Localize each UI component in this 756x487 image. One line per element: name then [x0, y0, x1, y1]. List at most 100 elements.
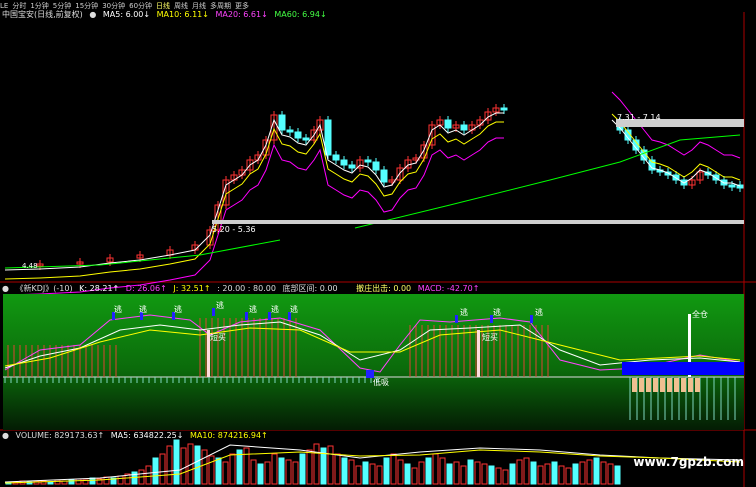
- chart-canvas[interactable]: [0, 0, 756, 487]
- candle-body: [500, 107, 508, 111]
- exit-bar: [681, 378, 686, 392]
- candle-body: [364, 159, 372, 163]
- exit-bar: [667, 378, 672, 392]
- kdj-levels: : 20.00 : 80.00: [217, 284, 276, 293]
- volume-bar: [264, 461, 271, 485]
- volume-bar: [89, 477, 96, 485]
- escape-tag: 逃: [249, 305, 257, 314]
- support-level-bar: [212, 220, 744, 224]
- volume-bar: [509, 463, 516, 485]
- volume-bar: [404, 463, 411, 485]
- volume-bar: [425, 457, 432, 485]
- volume-chart: [4, 439, 741, 485]
- volume-bar: [250, 459, 257, 485]
- volume-bar: [299, 453, 306, 485]
- ma20-line: [4, 137, 504, 296]
- volume-ma5: MA5: 634822.25↓: [110, 431, 184, 440]
- volume-bar: [152, 457, 159, 485]
- volume-bar: [313, 443, 320, 485]
- volume-bar: [194, 445, 201, 485]
- escape-marker: [455, 315, 458, 323]
- volume-bar: [243, 447, 250, 485]
- volume-bar: [180, 447, 187, 485]
- volume-bar: [292, 461, 299, 485]
- volume-bar: [159, 453, 166, 485]
- short-buy-marker: [477, 330, 480, 377]
- exit-bar: [660, 378, 665, 392]
- candle-body: [728, 184, 736, 188]
- volume-bar: [488, 465, 495, 485]
- bottom-zone-block: [622, 362, 744, 375]
- ma5-line: [4, 112, 504, 271]
- volume-bar: [551, 461, 558, 485]
- candle-body: [286, 129, 294, 133]
- watermark: www.7gpzb.com: [633, 455, 744, 469]
- kdj-macd: MACD: -42.70↑: [417, 284, 480, 293]
- exit-bar: [632, 378, 637, 392]
- volume-bar: [495, 467, 502, 485]
- candle-body: [444, 119, 452, 129]
- volume-bar: [383, 457, 390, 485]
- kdj-bottom-zone: 底部区间: 0.00: [282, 284, 338, 293]
- volume-bar: [418, 461, 425, 485]
- candle-body: [460, 124, 468, 131]
- kdj-k-value: K: 28.21↑: [79, 284, 120, 293]
- candle-body: [348, 164, 356, 169]
- volume-bar: [565, 467, 572, 485]
- volume-bar: [600, 461, 607, 485]
- kdj-d-value: D: 26.06↑: [125, 284, 167, 293]
- volume-bar: [411, 467, 418, 485]
- volume-bar: [446, 463, 453, 485]
- volume-bar: [348, 459, 355, 485]
- volume-bar: [460, 465, 467, 485]
- exit-bar: [646, 378, 651, 392]
- volume-value: VOLUME: 829173.63↑: [15, 431, 105, 440]
- legend-dot: ●: [2, 431, 9, 440]
- full-position-tag: 全仓: [692, 310, 708, 319]
- escape-tag: 逃: [271, 305, 279, 314]
- volume-bar: [593, 457, 600, 485]
- volume-bar: [173, 439, 180, 485]
- volume-bar: [229, 453, 236, 485]
- volume-bar: [530, 461, 537, 485]
- exit-bar: [695, 378, 700, 392]
- volume-bar: [516, 459, 523, 485]
- escape-tag: 逃: [290, 305, 298, 314]
- volume-bar: [257, 463, 264, 485]
- escape-marker: [245, 312, 248, 320]
- volume-bar: [572, 463, 579, 485]
- candle-body: [294, 131, 302, 139]
- volume-bar: [222, 461, 229, 485]
- volume-bar: [453, 461, 460, 485]
- candle-body: [302, 137, 310, 141]
- escape-tag: 逃: [139, 305, 147, 314]
- volume-bar: [579, 461, 586, 485]
- kdj-indicator-name: 《新KDJ》(-10): [15, 284, 73, 293]
- volume-bar: [103, 476, 110, 485]
- ma10-line: [4, 121, 504, 280]
- escape-tag: 逃: [216, 301, 224, 310]
- volume-bar: [54, 479, 61, 485]
- exit-bar: [674, 378, 679, 392]
- volume-bar: [166, 445, 173, 485]
- upper-level-label: 7.31 - 7.14: [617, 113, 661, 122]
- low-buy-tag: 低吸: [373, 378, 389, 387]
- volume-bar: [355, 465, 362, 485]
- volume-bar: [474, 461, 481, 485]
- candle-body: [278, 114, 286, 131]
- kdj-main-exit: 撤庄出击: 0.00: [356, 284, 412, 293]
- volume-bar: [544, 463, 551, 485]
- volume-bar: [523, 457, 530, 485]
- volume-bar: [145, 465, 152, 485]
- volume-bar: [467, 459, 474, 485]
- volume-bar: [208, 455, 215, 485]
- ma60-line: [4, 239, 281, 269]
- volume-bar: [215, 457, 222, 485]
- kdj-legend: ● 《新KDJ》(-10) K: 28.21↑ D: 26.06↑ J: 32.…: [2, 283, 483, 294]
- volume-bar: [376, 465, 383, 485]
- volume-bar: [614, 465, 621, 485]
- volume-bar: [285, 459, 292, 485]
- volume-bar: [201, 449, 208, 485]
- escape-marker: [530, 315, 533, 323]
- volume-bar: [271, 453, 278, 485]
